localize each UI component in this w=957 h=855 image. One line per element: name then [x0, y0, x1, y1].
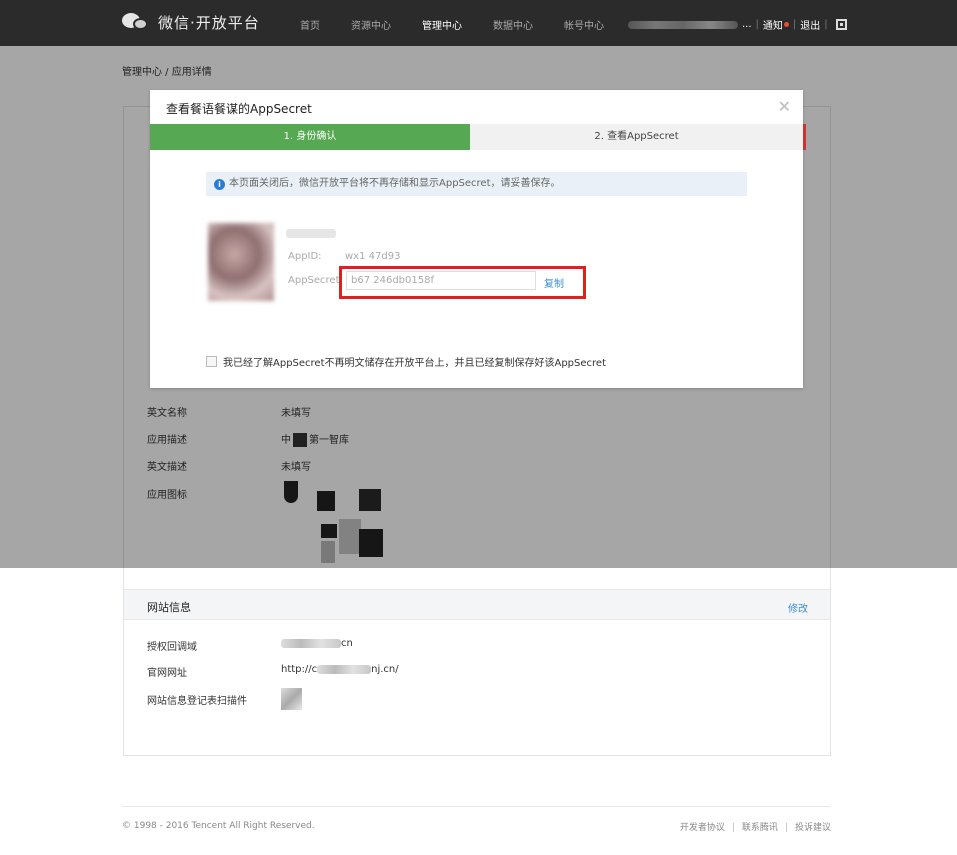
footer-links: 开发者协议 | 联系腾讯 | 投诉建议: [679, 823, 831, 833]
agree-row: 我已经了解AppSecret不再明文储存在开放平台上，并且已经复制保存好该App…: [206, 354, 606, 369]
agree-label[interactable]: 我已经了解AppSecret不再明文储存在开放平台上，并且已经复制保存好该App…: [223, 354, 606, 369]
highlight-annotation: [339, 266, 586, 299]
brand-title: 微信·开放平台: [158, 13, 260, 32]
footer-dev-agreement[interactable]: 开发者协议: [680, 823, 725, 833]
footer-contact[interactable]: 联系腾讯: [742, 823, 778, 833]
app-name-blurred: [286, 229, 336, 238]
nav-home[interactable]: 首页: [300, 17, 320, 32]
redacted-domain: [281, 638, 341, 648]
appid-label: AppID:: [288, 251, 322, 262]
scan-thumbnail[interactable]: [281, 688, 302, 710]
appsecret-dialog: 查看餐语餐谋的AppSecret ✕ 1. 身份确认 2. 查看AppSecre…: [150, 90, 806, 388]
nav-data[interactable]: 数据中心: [493, 17, 533, 32]
row-scan-file: 网站信息登记表扫描件: [147, 688, 302, 710]
qrcode-icon[interactable]: [835, 19, 847, 30]
user-area: ... | 通知 | 退出 |: [628, 17, 847, 32]
appid-value: wx1 47d93: [345, 251, 401, 262]
nav-account[interactable]: 帐号中心: [564, 17, 604, 32]
step-identity-confirm: 1. 身份确认: [150, 124, 483, 150]
appsecret-label: AppSecret: [288, 275, 340, 286]
info-icon: i: [214, 179, 225, 190]
user-ellipsis: ...: [742, 19, 752, 30]
wechat-logo-icon: [122, 11, 150, 33]
redacted-url: [317, 664, 372, 674]
website-info-title: 网站信息: [147, 601, 191, 614]
footer-feedback[interactable]: 投诉建议: [795, 823, 831, 833]
logout-link[interactable]: 退出: [800, 17, 820, 32]
notify-badge: [783, 22, 789, 27]
notice-bar: i 本页面关闭后，微信开放平台将不再存储和显示AppSecret，请妥善保存。: [206, 172, 747, 196]
notify-link[interactable]: 通知: [763, 17, 783, 32]
main-nav: 首页 资源中心 管理中心 数据中心 帐号中心: [300, 17, 635, 32]
step-bar: 1. 身份确认 2. 查看AppSecret: [150, 124, 806, 150]
close-icon[interactable]: ✕: [778, 97, 791, 116]
website-edit-link[interactable]: 修改: [788, 600, 808, 615]
copyright: © 1998 - 2016 Tencent All Right Reserved…: [122, 821, 315, 831]
app-avatar-blurred: [208, 223, 274, 301]
dialog-title: 查看餐语餐谋的AppSecret: [166, 102, 312, 116]
nav-management[interactable]: 管理中心: [422, 17, 462, 32]
agree-checkbox[interactable]: [206, 356, 217, 367]
nav-resources[interactable]: 资源中心: [351, 17, 391, 32]
user-name-blurred[interactable]: [628, 20, 738, 29]
brand[interactable]: 微信·开放平台: [122, 11, 260, 33]
top-bar: 微信·开放平台 首页 资源中心 管理中心 数据中心 帐号中心 ... | 通知 …: [0, 0, 957, 46]
row-callback-domain: 授权回调域 cn: [147, 638, 353, 653]
footer-divider: [122, 806, 831, 807]
website-info-header: 网站信息 修改: [124, 589, 830, 620]
row-official-site: 官网网址 http://c nj.cn/: [147, 664, 399, 679]
step-view-secret: 2. 查看AppSecret: [470, 124, 806, 150]
